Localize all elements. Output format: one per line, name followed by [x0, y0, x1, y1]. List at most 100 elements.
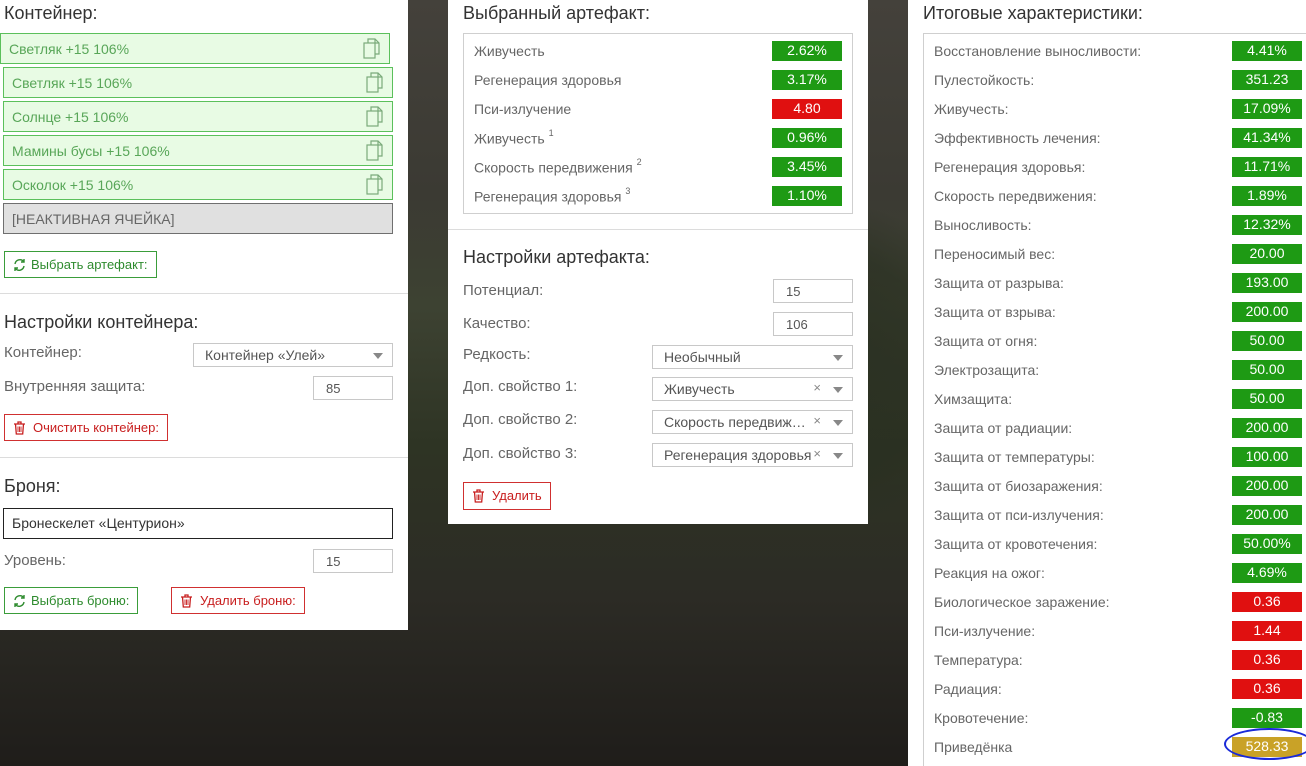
container-slot-3[interactable]: Солнце +15 106% [3, 101, 393, 132]
stat-name-text: Реакция на ожог: [934, 565, 1045, 581]
button-label: Выбрать броню: [31, 593, 130, 608]
stat-name-text: Химзащита: [934, 391, 1013, 407]
stat-row: Защита от температуры: 100.00 [924, 443, 1306, 472]
stat-name-text: Биологическое заражение: [934, 594, 1110, 610]
quality-input[interactable]: 106 [773, 312, 853, 336]
stat-name: Кровотечение: [934, 710, 1028, 726]
container-slot-4[interactable]: Мамины бусы +15 106% [3, 135, 393, 166]
stat-row: Пулестойкость: 351.23 [924, 66, 1306, 95]
prop2-label: Доп. свойство 2: [463, 411, 578, 428]
prop2-select[interactable]: Скорость передвижения × [652, 410, 853, 434]
potential-input[interactable]: 15 [773, 279, 853, 303]
stat-row: Регенерация здоровья 3.17% [464, 66, 852, 95]
armor-title: Броня: [4, 476, 61, 496]
container-slot-5[interactable]: Осколок +15 106% [3, 169, 393, 200]
stat-name-text: Защита от радиации: [934, 420, 1073, 436]
trash-icon [14, 421, 25, 435]
delete-armor-button[interactable]: Удалить броню: [171, 587, 305, 614]
slot-label: Мамины бусы +15 106% [12, 143, 170, 159]
stat-name: Живучесть [474, 43, 545, 59]
stat-name: Восстановление выносливости: [934, 43, 1141, 59]
stat-name: Эффективность лечения: [934, 130, 1101, 146]
refresh-icon [14, 595, 25, 607]
stat-value-positive: 1.10% [772, 186, 842, 206]
stat-name-text: Защита от огня: [934, 333, 1038, 349]
stat-name-text: Выносливость: [934, 217, 1032, 233]
stat-row: Температура: 0.36 [924, 646, 1306, 675]
stat-name-text: Пси-излучение: [934, 623, 1036, 639]
select-value: Контейнер «Улей» [205, 347, 326, 363]
stat-row: Защита от радиации: 200.00 [924, 414, 1306, 443]
copy-icon[interactable] [363, 38, 380, 59]
container-slot-2[interactable]: Светляк +15 106% [3, 67, 393, 98]
slot-label: Светляк +15 106% [9, 41, 130, 57]
armor-level-input[interactable]: 15 [313, 549, 393, 573]
stat-row: Эффективность лечения: 41.34% [924, 124, 1306, 153]
stat-name: Биологическое заражение: [934, 594, 1110, 610]
stat-superscript: 2 [636, 157, 642, 167]
clear-container-button[interactable]: Очистить контейнер: [4, 414, 168, 441]
annotation-circle [1224, 728, 1306, 760]
divider [0, 293, 408, 294]
selected-artifact-title: Выбранный артефакт: [463, 3, 650, 23]
stat-row: Выносливость: 12.32% [924, 211, 1306, 240]
stat-value-positive: 1.89% [1232, 186, 1302, 206]
stat-name-text: Пулестойкость: [934, 72, 1035, 88]
divider [0, 457, 408, 458]
stat-row: Живучесть 1 0.96% [464, 124, 852, 153]
stat-name: Пси-излучение: [934, 623, 1035, 639]
prop3-select[interactable]: Регенерация здоровья × [652, 443, 853, 467]
container-select[interactable]: Контейнер «Улей» [193, 343, 393, 367]
internal-protection-input[interactable]: 85 [313, 376, 393, 400]
artifact-stats-box: Живучесть 2.62% Регенерация здоровья 3.17% П… [463, 33, 853, 214]
artifact-panel: Выбранный артефакт: Живучесть 2.62% Регене… [448, 0, 868, 524]
stat-name: Переносимый вес: [934, 246, 1055, 262]
copy-icon[interactable] [366, 174, 383, 195]
stat-row: Пси-излучение 4.80 [464, 95, 852, 124]
stat-name-text: Температура: [934, 652, 1023, 668]
clear-icon[interactable]: × [813, 446, 821, 461]
stat-row: Восстановление выносливости: 4.41% [924, 37, 1306, 66]
trash-icon [473, 489, 484, 503]
stat-name-text: Защита от разрыва: [934, 275, 1064, 291]
chevron-down-icon [373, 353, 383, 359]
container-slot-1[interactable]: Светляк +15 106% [0, 33, 390, 64]
clear-icon[interactable]: × [813, 413, 821, 428]
stat-name-text: Защита от кровотечения: [934, 536, 1098, 552]
copy-icon[interactable] [366, 106, 383, 127]
stat-name: Выносливость: [934, 217, 1032, 233]
rarity-select[interactable]: Необычный [652, 345, 853, 369]
chevron-down-icon [833, 355, 843, 361]
select-value: Необычный [664, 349, 741, 365]
stat-name: Регенерация здоровья 3 [474, 186, 630, 205]
stat-name: Скорость передвижения 2 [474, 157, 642, 176]
stat-name-text: Скорость передвижения [474, 159, 633, 176]
stat-row: Регенерация здоровья 3 1.10% [464, 182, 852, 211]
stat-row: Биологическое заражение: 0.36 [924, 588, 1306, 617]
stat-name-text: Живучесть [474, 43, 545, 59]
stat-name: Пулестойкость: [934, 72, 1034, 88]
copy-icon[interactable] [366, 72, 383, 93]
chevron-down-icon [833, 420, 843, 426]
stat-row: Скорость передвижения 2 3.45% [464, 153, 852, 182]
stat-name: Защита от кровотечения: [934, 536, 1097, 552]
stat-value-positive: 3.17% [772, 70, 842, 90]
clear-icon[interactable]: × [813, 380, 821, 395]
potential-label: Потенциал: [463, 282, 544, 299]
quality-label: Качество: [463, 315, 531, 332]
stat-name-text: Защита от биозаражения: [934, 478, 1103, 494]
select-artifact-button[interactable]: Выбрать артефакт: [4, 251, 157, 278]
stat-name: Химзащита: [934, 391, 1012, 407]
stat-value-positive: 50.00 [1232, 389, 1302, 409]
delete-artifact-button[interactable]: Удалить [463, 482, 551, 510]
stat-row: Защита от кровотечения: 50.00% [924, 530, 1306, 559]
artifact-settings-title: Настройки артефакта: [463, 247, 650, 267]
armor-level-label: Уровень: [4, 552, 66, 569]
stat-value-positive: 100.00 [1232, 447, 1302, 467]
stat-value-positive: -0.83 [1232, 708, 1302, 728]
armor-name-field[interactable]: Бронескелет «Центурион» [3, 508, 393, 539]
prop1-select[interactable]: Живучесть × [652, 377, 853, 401]
stat-value-positive: 17.09% [1232, 99, 1302, 119]
copy-icon[interactable] [366, 140, 383, 161]
select-armor-button[interactable]: Выбрать броню: [4, 587, 139, 614]
